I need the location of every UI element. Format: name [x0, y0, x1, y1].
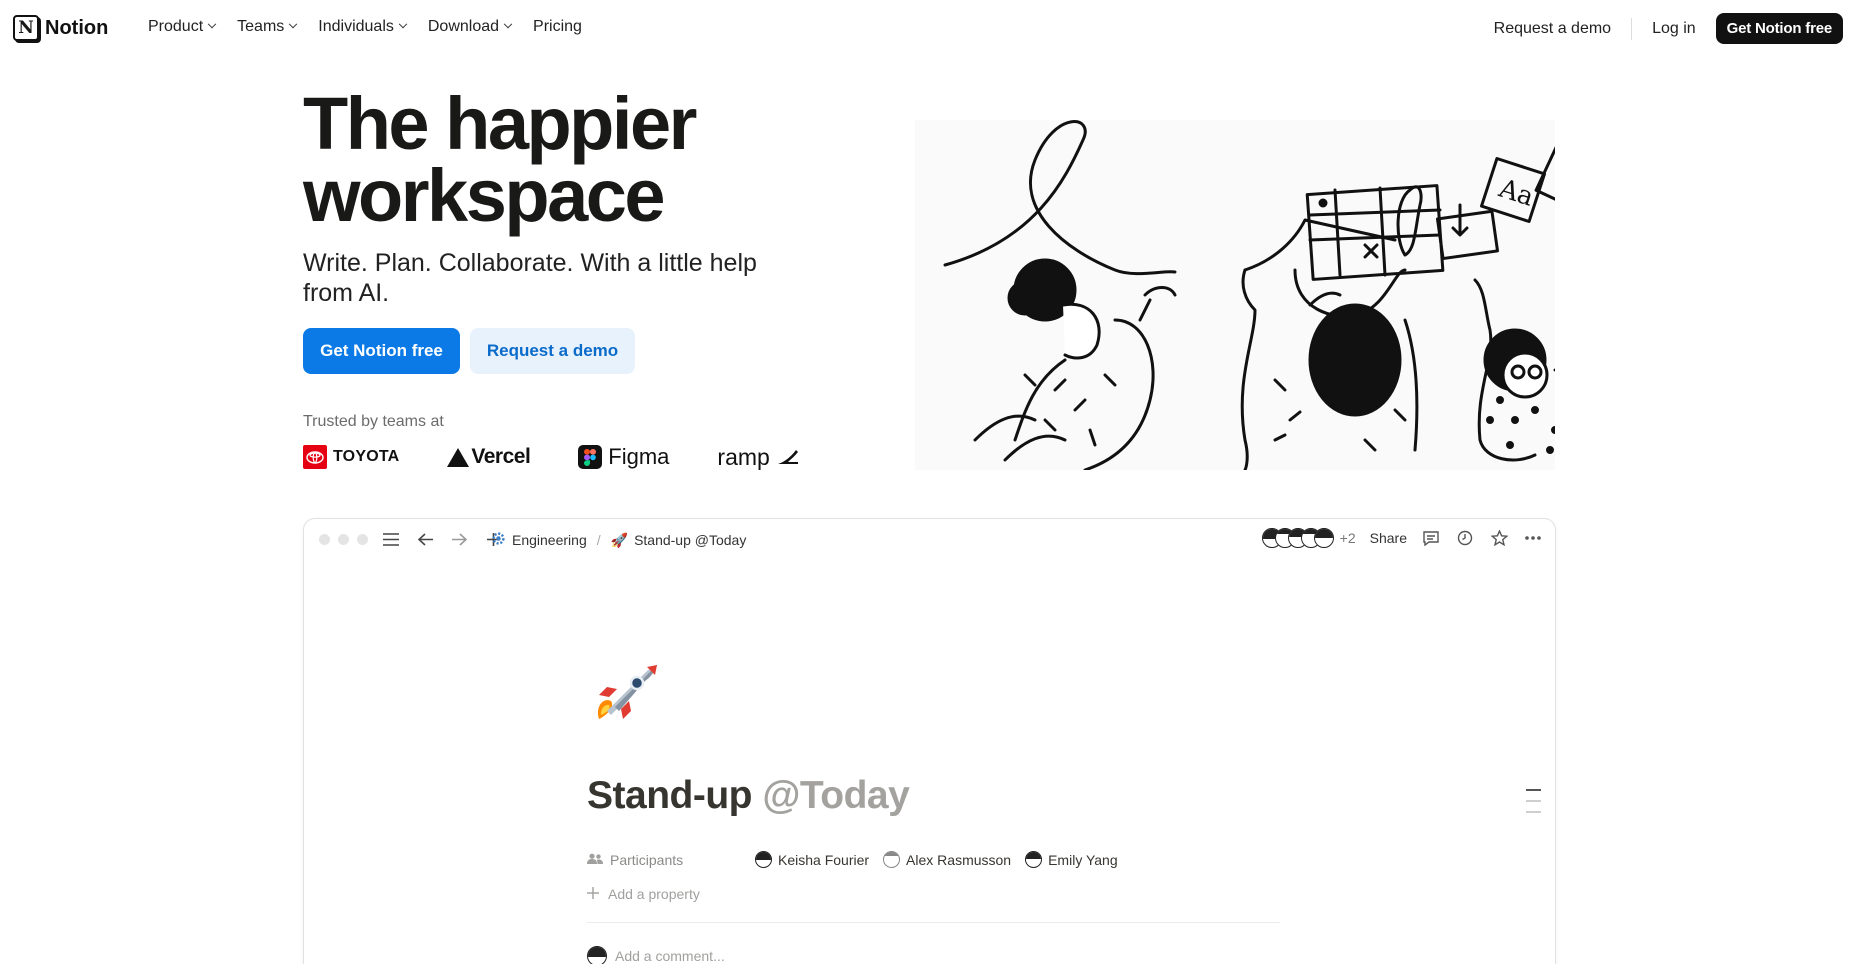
history-clock-icon[interactable] [1455, 528, 1475, 548]
notion-logo[interactable]: N Notion [13, 15, 108, 41]
notion-logo-icon: N [13, 15, 39, 41]
ramp-swoosh-icon [777, 450, 798, 464]
figma-text: Figma [608, 444, 670, 469]
get-notion-free-nav-button[interactable]: Get Notion free [1715, 13, 1843, 44]
avatar [587, 946, 607, 964]
get-notion-free-button[interactable]: Get Notion free [303, 328, 460, 374]
participant-name: Keisha Fourier [778, 851, 870, 868]
avatar [1025, 851, 1043, 868]
request-demo-button[interactable]: Request a demo [470, 328, 635, 374]
hero-title: The happier workspace [303, 82, 697, 237]
page-title[interactable]: Stand-up @Today [587, 774, 910, 818]
page-title-text: Stand-up [587, 774, 752, 817]
vercel-triangle-icon [447, 447, 470, 467]
chevron-down-icon [207, 19, 217, 29]
add-property-label: Add a property [608, 886, 700, 902]
figma-logo: Figma [578, 444, 669, 470]
date-mention[interactable]: @Today [762, 774, 909, 817]
gear-icon [491, 531, 506, 549]
ramp-logo: ramp [717, 444, 799, 471]
toyota-text: TOYOTA [333, 448, 400, 465]
chevron-down-icon [503, 19, 513, 29]
avatar [755, 851, 772, 868]
forward-arrow-icon[interactable] [448, 529, 470, 549]
page-rocket-icon[interactable] [585, 657, 665, 737]
toolbar-actions: +2 Share [1261, 528, 1543, 548]
hero-subtitle: Write. Plan. Collaborate. With a little … [303, 249, 757, 307]
toyota-logo: TOYOTA [303, 445, 399, 469]
participant-name: Emily Yang [1048, 851, 1118, 868]
breadcrumb-separator: / [596, 532, 601, 548]
breadcrumb-standup[interactable]: Stand-up @Today [634, 532, 746, 548]
comment-placeholder: Add a comment... [615, 948, 725, 964]
toolbar-nav-icons [380, 529, 504, 549]
rocket-icon: 🚀 [610, 531, 629, 548]
top-navigation: N Notion Product Teams Individuals Downl… [0, 0, 1857, 56]
figma-icon [578, 445, 603, 469]
plus-icon [587, 886, 599, 902]
ramp-text: ramp [717, 443, 770, 470]
star-icon[interactable] [1489, 528, 1509, 548]
participants-label[interactable]: Participants [587, 852, 755, 868]
participant-alex[interactable]: Alex Rasmusson [883, 851, 1011, 868]
nav-item-label: Download [427, 18, 500, 35]
extra-collaborators-count: +2 [1339, 530, 1356, 546]
breadcrumb: Engineering / 🚀 Stand-up @Today [491, 531, 746, 549]
participants-property: Participants Keisha Fourier Alex Rasmuss… [587, 851, 1118, 868]
chevron-down-icon [398, 19, 408, 29]
nav-item-label: Individuals [318, 18, 394, 35]
participants-label-text: Participants [610, 851, 684, 868]
app-preview-window: Engineering / 🚀 Stand-up @Today +2 Share [303, 518, 1556, 964]
window-dot-minimize[interactable] [338, 534, 349, 545]
hero-illustration: Aa [915, 120, 1555, 470]
nav-actions: Request a demo Log in Get Notion free [1474, 13, 1843, 44]
table-of-contents-indicator[interactable] [1526, 789, 1541, 813]
nav-menu: Product Teams Individuals Download Prici… [148, 18, 582, 36]
nav-item-label: Teams [237, 18, 285, 35]
comment-icon[interactable] [1421, 528, 1441, 548]
window-dot-maximize[interactable] [357, 534, 368, 545]
more-options-icon[interactable] [1523, 528, 1543, 548]
participants-list: Keisha Fourier Alex Rasmusson Emily Yang [755, 851, 1118, 868]
properties-divider [587, 922, 1280, 923]
trusted-label: Trusted by teams at [303, 413, 444, 430]
participant-name: Alex Rasmusson [906, 851, 1012, 868]
vercel-logo: Vercel [447, 445, 531, 469]
avatar [1313, 528, 1334, 548]
nav-item-label: Product [148, 18, 204, 35]
add-comment-input[interactable]: Add a comment... [587, 946, 725, 964]
vercel-text: Vercel [471, 445, 531, 468]
people-icon [587, 852, 603, 868]
share-button[interactable]: Share [1370, 530, 1407, 546]
customer-logos: TOYOTA Vercel Figma ramp [303, 442, 800, 472]
menu-icon[interactable] [380, 529, 402, 549]
nav-item-pricing[interactable]: Pricing [533, 18, 582, 36]
nav-item-individuals[interactable]: Individuals [318, 18, 408, 36]
logo-text: Notion [45, 16, 109, 39]
back-arrow-icon[interactable] [414, 529, 436, 549]
window-dot-close[interactable] [319, 534, 330, 545]
breadcrumb-engineering[interactable]: Engineering [512, 532, 587, 548]
login-link[interactable]: Log in [1632, 20, 1716, 38]
nav-item-label: Pricing [533, 18, 582, 35]
participant-emily[interactable]: Emily Yang [1025, 851, 1118, 868]
nav-item-teams[interactable]: Teams [237, 18, 298, 36]
nav-item-download[interactable]: Download [427, 18, 513, 36]
toyota-emblem-icon [303, 445, 327, 469]
app-toolbar: Engineering / 🚀 Stand-up @Today +2 Share [304, 519, 1555, 559]
chevron-down-icon [289, 19, 298, 29]
avatar [883, 851, 901, 868]
request-demo-link[interactable]: Request a demo [1474, 20, 1631, 38]
participant-keisha[interactable]: Keisha Fourier [755, 851, 869, 868]
nav-item-product[interactable]: Product [148, 18, 217, 36]
collaborator-avatars[interactable] [1261, 528, 1334, 548]
add-property-button[interactable]: Add a property [587, 886, 700, 902]
window-controls [319, 534, 368, 545]
